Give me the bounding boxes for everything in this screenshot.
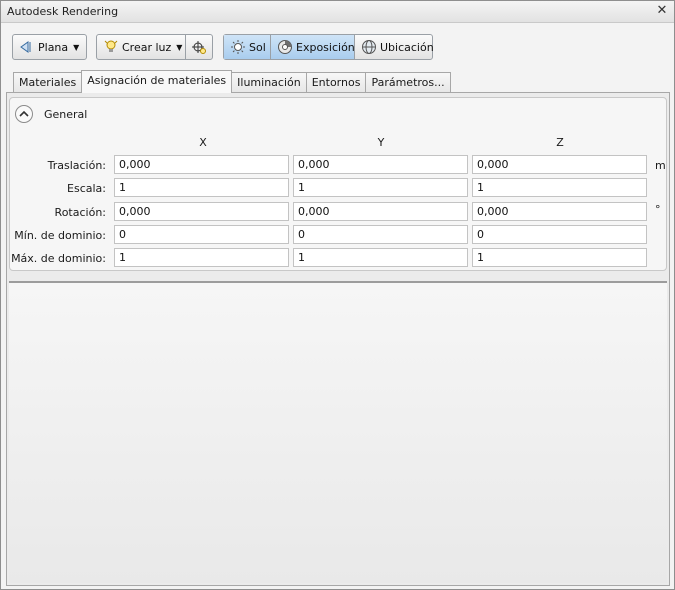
- window-title: Autodesk Rendering: [7, 5, 119, 18]
- chevron-down-icon: ▼: [73, 42, 80, 52]
- lower-empty-area: [9, 283, 667, 583]
- light-target-button[interactable]: [185, 35, 212, 59]
- rotacion-y-input[interactable]: 0,000: [293, 202, 468, 221]
- autodesk-rendering-window: Autodesk Rendering ✕ Plana ▼ Crear luz ▼: [0, 0, 675, 590]
- section-title-general: General: [44, 108, 88, 121]
- plana-dropdown-button[interactable]: Plana ▼: [13, 35, 86, 59]
- ubicacion-button[interactable]: Ubicación: [354, 35, 434, 59]
- plane-view-icon: [20, 41, 31, 53]
- traslacion-y-input[interactable]: 0,000: [293, 155, 468, 174]
- tab-parametros[interactable]: Parámetros...: [365, 72, 451, 93]
- exposure-icon: [278, 40, 292, 54]
- close-button[interactable]: ✕: [654, 3, 670, 19]
- sun-exposure-location-group: Sol Exposición Ubicación: [223, 34, 434, 60]
- crosshair-light-icon: [192, 41, 206, 54]
- column-header-y: Y: [377, 136, 385, 149]
- sol-label: Sol: [249, 40, 266, 54]
- tab-strip: Materiales Asignación de materiales Ilum…: [13, 70, 451, 93]
- exposicion-label: Exposición: [296, 40, 355, 54]
- column-header-z: Z: [556, 136, 564, 149]
- rotacion-x-input[interactable]: 0,000: [114, 202, 289, 221]
- chevron-down-icon: ▼: [176, 42, 183, 52]
- escala-x-input[interactable]: 1: [114, 178, 289, 197]
- collapse-section-button[interactable]: [15, 105, 33, 123]
- globe-location-icon: [362, 40, 376, 54]
- min-dominio-x-input[interactable]: 0: [114, 225, 289, 244]
- max-dominio-z-input[interactable]: 1: [472, 248, 647, 267]
- min-dominio-y-input[interactable]: 0: [293, 225, 468, 244]
- ubicacion-label: Ubicación: [380, 40, 434, 54]
- max-dominio-x-input[interactable]: 1: [114, 248, 289, 267]
- row-label-traslacion: Traslación:: [47, 159, 106, 172]
- traslacion-x-input[interactable]: 0,000: [114, 155, 289, 174]
- min-dominio-z-input[interactable]: 0: [472, 225, 647, 244]
- sol-button[interactable]: Sol: [224, 35, 270, 59]
- row-label-rotacion: Rotación:: [54, 206, 106, 219]
- tab-entornos[interactable]: Entornos: [305, 72, 367, 93]
- crear-luz-dropdown-button[interactable]: Crear luz ▼: [97, 35, 185, 59]
- row-label-min-dominio: Mín. de dominio:: [14, 229, 106, 242]
- light-bulb-icon: [104, 40, 118, 52]
- traslacion-unit: m: [655, 159, 666, 172]
- tab-materiales[interactable]: Materiales: [13, 72, 83, 93]
- max-dominio-y-input[interactable]: 1: [293, 248, 468, 267]
- rotacion-z-input[interactable]: 0,000: [472, 202, 647, 221]
- tab-iluminacion[interactable]: Iluminación: [231, 72, 307, 93]
- traslacion-z-input[interactable]: 0,000: [472, 155, 647, 174]
- light-group: Crear luz ▼: [96, 34, 213, 60]
- row-label-escala: Escala:: [67, 182, 106, 195]
- general-section: General X Y Z Traslación: 0,000 0,000 0,…: [9, 97, 667, 271]
- row-label-max-dominio: Máx. de dominio:: [11, 252, 106, 265]
- plana-label: Plana: [38, 40, 69, 54]
- rotacion-unit: °: [655, 203, 661, 216]
- exposicion-button[interactable]: Exposición: [270, 35, 355, 59]
- sun-icon: [231, 40, 245, 54]
- view-mode-group: Plana ▼: [12, 34, 87, 60]
- chevron-up-icon: [19, 110, 29, 117]
- tab-asignacion-de-materiales[interactable]: Asignación de materiales: [81, 70, 233, 93]
- escala-z-input[interactable]: 1: [472, 178, 647, 197]
- column-header-x: X: [199, 136, 207, 149]
- crear-luz-label: Crear luz: [122, 40, 172, 54]
- escala-y-input[interactable]: 1: [293, 178, 468, 197]
- material-mapping-panel: General X Y Z Traslación: 0,000 0,000 0,…: [6, 92, 670, 586]
- title-bar: Autodesk Rendering ✕: [1, 1, 674, 23]
